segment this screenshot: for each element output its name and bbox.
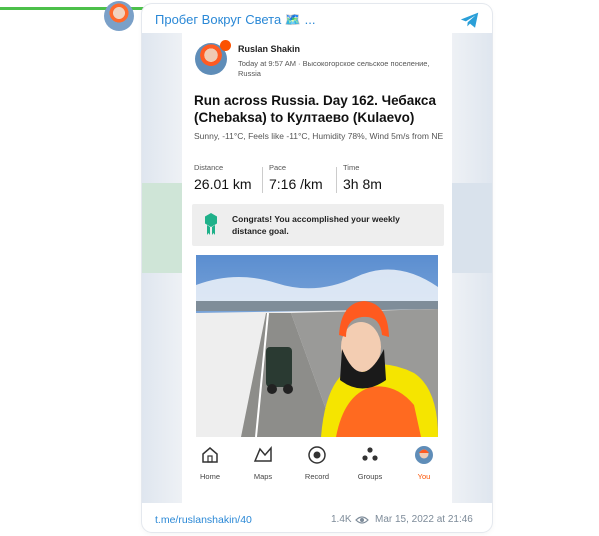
post-link[interactable]: t.me/ruslanshakin/40	[155, 514, 252, 526]
tab-maps[interactable]: Maps	[240, 445, 286, 481]
activity-stats: Distance 26.01 km Pace 7:16 /km Time 3h …	[194, 163, 444, 197]
post-media[interactable]: Ruslan Shakin Today at 9:57 AM · Высоког…	[142, 33, 492, 503]
weather-text: Sunny, -11°C, Feels like -11°C, Humidity…	[194, 131, 444, 141]
channel-avatar[interactable]	[104, 1, 134, 31]
selfie-photo	[196, 255, 438, 437]
congrats-banner: Congrats! You accomplished your weekly d…	[192, 204, 444, 246]
stat-time: Time 3h 8m	[343, 163, 382, 192]
groups-icon	[362, 447, 378, 461]
stat-distance: Distance 26.01 km	[194, 163, 252, 192]
medal-icon	[205, 213, 217, 235]
stat-divider	[262, 167, 263, 193]
eye-icon	[355, 516, 369, 524]
tab-home[interactable]: Home	[187, 445, 233, 481]
strava-badge-icon	[220, 40, 231, 51]
profile-icon	[415, 446, 433, 464]
strava-screenshot: Ruslan Shakin Today at 9:57 AM · Высоког…	[182, 33, 452, 503]
map-icon	[253, 445, 272, 462]
telegram-icon[interactable]	[459, 9, 481, 31]
tab-record[interactable]: Record	[294, 445, 340, 481]
tab-you[interactable]: You	[401, 445, 447, 481]
stat-divider	[336, 167, 337, 193]
blurred-background-left	[142, 183, 182, 273]
blurred-background-right	[452, 183, 492, 273]
view-count: 1.4K	[331, 514, 352, 525]
post-date: Mar 15, 2022 at 21:46	[375, 514, 473, 525]
activity-meta: Today at 9:57 AM · Высокогорское сельско…	[238, 59, 430, 78]
channel-title[interactable]: Пробег Вокруг Света 🗺️ ...	[155, 12, 315, 28]
tab-bar: Home Maps Record Groups You	[182, 437, 452, 503]
congrats-text: Congrats! You accomplished your weekly d…	[232, 214, 400, 236]
stat-pace: Pace 7:16 /km	[269, 163, 323, 192]
record-icon	[308, 446, 326, 464]
activity-title: Run across Russia. Day 162. Чебакса (Che…	[194, 93, 437, 125]
tab-groups[interactable]: Groups	[347, 445, 393, 481]
home-icon	[202, 447, 218, 463]
athlete-name: Ruslan Shakin	[238, 44, 301, 54]
